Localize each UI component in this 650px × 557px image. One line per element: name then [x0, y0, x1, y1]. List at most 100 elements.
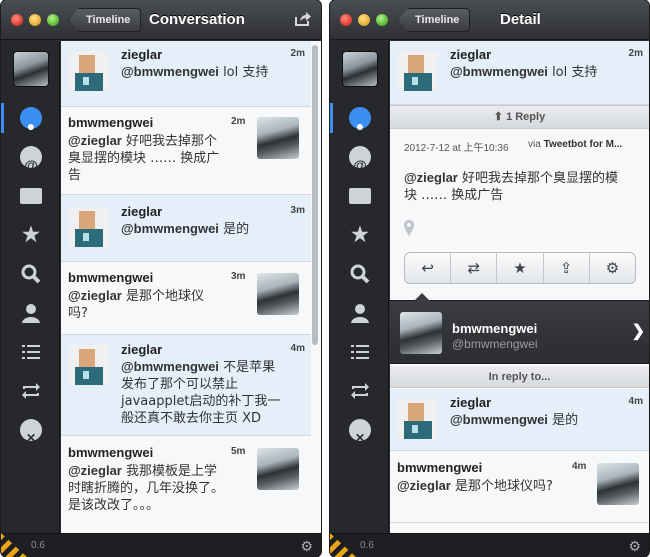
user-avatar[interactable]: [398, 51, 438, 91]
profile-tab[interactable]: [1, 294, 60, 332]
tweet-row[interactable]: zieglar 4m @bmwmengwei 不是苹果 发布了那个可以禁止 ja…: [61, 335, 311, 436]
conversation-list[interactable]: zieglar 2m @bmwmengwei lol 支持 bmwmengwei…: [61, 41, 321, 533]
account-avatar[interactable]: [13, 51, 49, 87]
user-avatar[interactable]: [69, 51, 109, 91]
tweet-row[interactable]: zieglar 3m @bmwmengwei 是的: [61, 195, 311, 262]
search-tab[interactable]: [1, 255, 60, 293]
timeline-tab[interactable]: ●: [330, 99, 389, 137]
back-to-timeline-button[interactable]: Timeline: [398, 8, 471, 32]
mute-tab[interactable]: ✕: [1, 411, 60, 449]
tweet-text: @zieglar 我那模板是上学 时瞎折腾的，几年没换了。 是该改改了。。。: [68, 463, 225, 513]
tweet-time: 4m: [628, 396, 643, 407]
magnifier-icon: [349, 263, 371, 285]
minimize-window-button[interactable]: [29, 14, 41, 26]
tweet-date: 2012-7-12 at 上午10:36: [404, 143, 509, 154]
zoom-window-button[interactable]: [47, 14, 59, 26]
retweet-icon: [20, 380, 42, 402]
mention-link[interactable]: @zieglar: [68, 288, 122, 303]
favorite-button[interactable]: ★: [497, 253, 544, 283]
mentions-tab[interactable]: @: [1, 138, 60, 176]
zoom-window-button[interactable]: [376, 14, 388, 26]
tweet-text: @bmwmengwei 是的: [121, 221, 250, 237]
in-reply-to-bar: In reply to...: [390, 366, 649, 388]
tweet-row[interactable]: bmwmengwei 3m @zieglar 是那个地球仪 吗?: [61, 262, 311, 335]
tweet-author[interactable]: bmwmengwei: [68, 270, 153, 285]
list-icon: [349, 341, 371, 363]
share-button[interactable]: ⇪: [544, 253, 590, 283]
tweet-author[interactable]: bmwmengwei: [397, 460, 482, 475]
mention-link[interactable]: @bmwmengwei: [121, 221, 219, 236]
user-avatar[interactable]: [69, 207, 109, 247]
favorites-tab[interactable]: ★: [1, 216, 60, 254]
location-pin-icon[interactable]: [404, 220, 414, 236]
tweet-row[interactable]: bmwmengwei 2m @zieglar 好吧我去掉那个 臭显摆的模块 ………: [61, 107, 311, 195]
tweet-author[interactable]: bmwmengwei: [68, 445, 153, 460]
tweet-author[interactable]: zieglar: [450, 395, 491, 410]
scrollbar[interactable]: [312, 45, 318, 345]
reply-icon: ↩: [421, 259, 434, 277]
mention-link[interactable]: @bmwmengwei: [450, 412, 548, 427]
account-avatar[interactable]: [342, 51, 378, 87]
back-to-timeline-button[interactable]: Timeline: [69, 8, 142, 32]
tweet-time: 3m: [231, 271, 246, 282]
replies-bar[interactable]: ⬆ 1 Reply: [390, 105, 649, 129]
envelope-icon: [20, 188, 42, 204]
lists-tab[interactable]: [1, 333, 60, 371]
mention-link[interactable]: @zieglar: [68, 133, 122, 148]
window-title: Conversation: [149, 11, 245, 28]
detail-tweet-text: @zieglar 好吧我去掉那个臭显摆的模 块 …… 换成广告: [404, 170, 619, 203]
status-bar: 0.6 ⚙: [330, 533, 649, 557]
tweet-text: @zieglar 是那个地球仪 吗?: [68, 288, 205, 321]
favorites-tab[interactable]: ★: [330, 216, 389, 254]
mentions-tab[interactable]: @: [330, 138, 389, 176]
mention-link[interactable]: @zieglar: [397, 478, 451, 493]
search-tab[interactable]: [330, 255, 389, 293]
tweet-row[interactable]: zieglar 4m @bmwmengwei 是的: [390, 389, 649, 451]
minimize-window-button[interactable]: [358, 14, 370, 26]
author-profile-row[interactable]: bmwmengwei @bmwmengwei ❯: [390, 293, 649, 364]
conversation-window: Timeline Conversation ● @ ★ ✕ zieglar 2m…: [1, 0, 321, 557]
user-avatar[interactable]: [257, 448, 299, 490]
user-avatar[interactable]: [69, 345, 109, 385]
detail-pane: zieglar 2m @bmwmengwei lol 支持 ⬆ 1 Reply …: [390, 41, 649, 533]
close-window-button[interactable]: [340, 14, 352, 26]
tweet-author[interactable]: zieglar: [121, 204, 162, 219]
user-avatar[interactable]: [597, 463, 639, 505]
speech-bubble-icon: ●: [349, 107, 371, 134]
gear-icon[interactable]: ⚙: [628, 538, 641, 555]
mention-link[interactable]: @bmwmengwei: [121, 359, 219, 374]
tweet-row[interactable]: bmwmengwei 5m @zieglar 我那模板是上学 时瞎折腾的，几年没…: [61, 436, 311, 533]
user-avatar[interactable]: [257, 117, 299, 159]
detail-window: Timeline Detail ● @ ★ ✕ zieglar 2m @bmwm…: [330, 0, 649, 557]
tweet-row[interactable]: zieglar 2m @bmwmengwei lol 支持: [390, 41, 649, 105]
messages-tab[interactable]: [330, 177, 389, 215]
share-icon: ⇪: [559, 259, 573, 277]
user-avatar[interactable]: [257, 273, 299, 315]
mute-tab[interactable]: ✕: [330, 411, 389, 449]
mention-link[interactable]: @zieglar: [68, 463, 122, 478]
tweet-author[interactable]: zieglar: [121, 342, 162, 357]
close-window-button[interactable]: [11, 14, 23, 26]
mention-link[interactable]: @zieglar: [404, 170, 458, 185]
retweets-tab[interactable]: [1, 372, 60, 410]
mention-link[interactable]: @bmwmengwei: [450, 64, 548, 79]
share-icon[interactable]: [295, 12, 311, 26]
tweet-author[interactable]: bmwmengwei: [68, 115, 153, 130]
mention-link[interactable]: @bmwmengwei: [121, 64, 219, 79]
settings-button[interactable]: ⚙: [590, 253, 635, 283]
timeline-tab[interactable]: ●: [1, 99, 60, 137]
retweet-button[interactable]: ⇄: [451, 253, 498, 283]
messages-tab[interactable]: [1, 177, 60, 215]
profile-tab[interactable]: [330, 294, 389, 332]
tweet-author[interactable]: zieglar: [450, 47, 491, 62]
gear-icon[interactable]: ⚙: [300, 538, 313, 555]
sidebar: ● @ ★ ✕: [330, 41, 389, 533]
tweet-author[interactable]: zieglar: [121, 47, 162, 62]
retweets-tab[interactable]: [330, 372, 389, 410]
client-link[interactable]: Tweetbot for M...: [544, 139, 623, 150]
tweet-row[interactable]: zieglar 2m @bmwmengwei lol 支持: [61, 41, 311, 107]
tweet-row[interactable]: bmwmengwei 4m @zieglar 是那个地球仪吗?: [390, 451, 649, 523]
reply-button[interactable]: ↩: [405, 253, 452, 283]
lists-tab[interactable]: [330, 333, 389, 371]
user-avatar[interactable]: [398, 399, 438, 439]
